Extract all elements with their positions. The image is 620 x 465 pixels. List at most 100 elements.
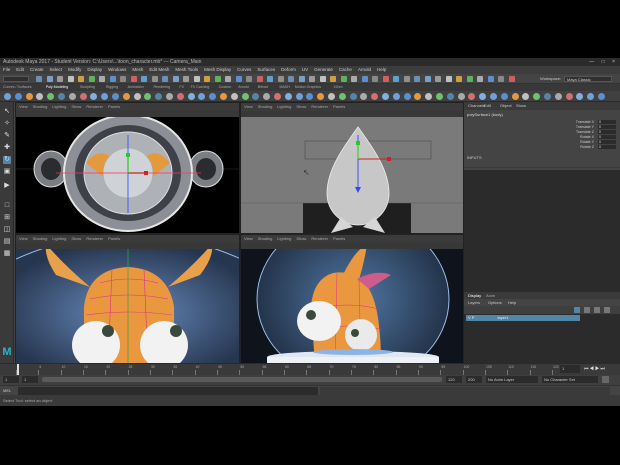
last-tool-icon[interactable]: ▶ xyxy=(3,182,11,190)
range-bar[interactable] xyxy=(42,377,442,382)
mode-dropdown[interactable] xyxy=(3,76,29,82)
shelf-tool-icon[interactable] xyxy=(479,93,487,100)
viewport-menu-renderer[interactable]: Renderer xyxy=(86,236,103,241)
menu-item-cache[interactable]: Cache xyxy=(339,67,352,72)
move-layer-down-icon[interactable] xyxy=(604,307,610,313)
menu-item-uv[interactable]: UV xyxy=(302,67,308,72)
shelf-tool-icon[interactable] xyxy=(522,93,530,100)
menu-item-mesh-display[interactable]: Mesh Display xyxy=(204,67,231,72)
shelf-tab-animation[interactable]: Animation xyxy=(128,84,144,91)
paint-select-icon[interactable]: ✎ xyxy=(3,132,11,140)
status-line-tool-icon[interactable] xyxy=(414,76,420,82)
shelf-tab-poly-modeling[interactable]: Poly Modeling xyxy=(46,84,69,91)
shelf-tool-icon[interactable] xyxy=(392,93,400,100)
side-layout-icon[interactable]: ◫ xyxy=(3,226,11,234)
shelf-tab-bifrost[interactable]: Bifrost xyxy=(258,84,268,91)
status-line-tool-icon[interactable] xyxy=(309,76,315,82)
shelf-tool-icon[interactable] xyxy=(533,93,541,100)
menu-item-mesh-tools[interactable]: Mesh Tools xyxy=(175,67,198,72)
shelf-tool-icon[interactable] xyxy=(425,93,433,100)
menu-item-deform[interactable]: Deform xyxy=(281,67,296,72)
viewport-menu-lighting[interactable]: Lighting xyxy=(277,236,291,241)
single-layout-icon[interactable]: □ xyxy=(3,202,11,210)
shelf-tool-icon[interactable] xyxy=(338,93,346,100)
viewport-menu-view[interactable]: View xyxy=(244,104,253,109)
shelf-tool-icon[interactable] xyxy=(349,93,357,100)
shelf-tool-icon[interactable] xyxy=(554,93,562,100)
shelf-tool-icon[interactable] xyxy=(58,93,65,100)
status-line-tool-icon[interactable] xyxy=(403,76,410,82)
shelf-tool-icon[interactable] xyxy=(328,93,335,100)
playback-controls[interactable]: ⏮◀▶⏭ xyxy=(584,365,606,373)
viewport-menu-shading[interactable]: Shading xyxy=(258,236,273,241)
shelf-tab-fx-caching[interactable]: FX Caching xyxy=(191,84,210,91)
layer-visibility[interactable]: V P xyxy=(468,315,474,320)
menu-item-help[interactable]: Help xyxy=(377,67,386,72)
status-line-tool-icon[interactable] xyxy=(267,76,273,82)
channel-value-field[interactable]: 0 xyxy=(598,140,616,144)
menu-item-generate[interactable]: Generate xyxy=(314,67,333,72)
shelf-tool-icon[interactable] xyxy=(187,93,195,100)
viewport-menu-renderer[interactable]: Renderer xyxy=(86,104,103,109)
menu-item-modify[interactable]: Modify xyxy=(68,67,81,72)
window-controls[interactable]: — □ × xyxy=(589,58,618,66)
viewport-menu-panels[interactable]: Panels xyxy=(108,104,120,109)
viewport-menu-lighting[interactable]: Lighting xyxy=(52,236,66,241)
four-layout-icon[interactable]: ⊞ xyxy=(3,214,11,222)
viewport-persp[interactable]: View Shading Lighting Show Renderer Panels xyxy=(240,234,464,364)
shelf-tab-custom[interactable]: Custom xyxy=(219,84,231,91)
status-line-tool-icon[interactable] xyxy=(288,76,294,82)
shelf-tab-sculpting[interactable]: Sculpting xyxy=(80,84,95,91)
shelf-tool-icon[interactable] xyxy=(122,93,130,100)
layer-name[interactable]: layer1 xyxy=(498,315,509,320)
shelf-tool-icon[interactable] xyxy=(4,93,11,100)
status-line-tool-icon[interactable] xyxy=(36,76,42,82)
status-line-tool-icon[interactable] xyxy=(246,76,252,82)
menu-item-windows[interactable]: Windows xyxy=(108,67,126,72)
layer-tab-display[interactable]: Display xyxy=(468,292,481,299)
status-line-tool-icon[interactable] xyxy=(277,76,284,82)
viewport-menu-show[interactable]: Show xyxy=(71,104,81,109)
channel-value-field[interactable]: 0 xyxy=(598,130,616,134)
layer-tab-anim[interactable]: Anim xyxy=(486,292,495,299)
shelf-tool-icon[interactable] xyxy=(511,93,519,100)
menu-item-select[interactable]: Select xyxy=(50,67,63,72)
status-line-tool-icon[interactable] xyxy=(256,76,263,82)
shelf-tool-icon[interactable] xyxy=(144,93,152,100)
status-line-tool-icon[interactable] xyxy=(57,76,63,82)
menu-item-edit-mesh[interactable]: Edit Mesh xyxy=(149,67,169,72)
viewport-menu-view[interactable]: View xyxy=(19,104,28,109)
shelf-tool-icon[interactable] xyxy=(112,93,119,100)
shelf-tool-icon[interactable] xyxy=(544,93,551,100)
status-line-tool-icon[interactable] xyxy=(162,76,168,82)
auto-key-icon[interactable] xyxy=(602,376,609,383)
viewport-menu-panels[interactable]: Panels xyxy=(333,104,345,109)
channel-row[interactable]: Rotate Z 0 xyxy=(464,145,620,150)
viewport-menu-show[interactable]: Show xyxy=(296,236,306,241)
viewport-menu-shading[interactable]: Shading xyxy=(33,236,48,241)
viewport-front[interactable]: View Shading Lighting Show Renderer Panels ↖ xyxy=(240,102,464,234)
shelf-tool-icon[interactable] xyxy=(79,93,87,100)
shelf-tool-icon[interactable] xyxy=(25,93,33,100)
status-line-tool-icon[interactable] xyxy=(487,76,494,82)
status-line-tool-icon[interactable] xyxy=(204,76,210,82)
outliner-layout-icon[interactable]: ▤ xyxy=(3,238,11,246)
status-line-tool-icon[interactable] xyxy=(424,76,431,82)
shelf-tool-icon[interactable] xyxy=(155,93,163,100)
current-time-marker[interactable] xyxy=(17,364,19,375)
status-line-tool-icon[interactable] xyxy=(477,76,483,82)
new-selected-layer-icon[interactable] xyxy=(584,307,590,313)
shelf-tab-rigging[interactable]: Rigging xyxy=(106,84,118,91)
shelf-tab-mash[interactable]: MASH xyxy=(280,84,290,91)
menu-item-edit[interactable]: Edit xyxy=(16,67,24,72)
shelf-tool-icon[interactable] xyxy=(263,93,271,100)
status-line-tool-icon[interactable] xyxy=(141,76,147,82)
shelf-tool-icon[interactable] xyxy=(230,93,238,100)
command-input[interactable] xyxy=(18,387,318,395)
status-line-tool-icon[interactable] xyxy=(235,76,242,82)
viewport-menu-view[interactable]: View xyxy=(19,236,28,241)
status-line-tool-icon[interactable] xyxy=(151,76,158,82)
menu-item-surfaces[interactable]: Surfaces xyxy=(257,67,275,72)
status-line-tool-icon[interactable] xyxy=(109,76,116,82)
shelf-tool-icon[interactable] xyxy=(317,93,325,100)
